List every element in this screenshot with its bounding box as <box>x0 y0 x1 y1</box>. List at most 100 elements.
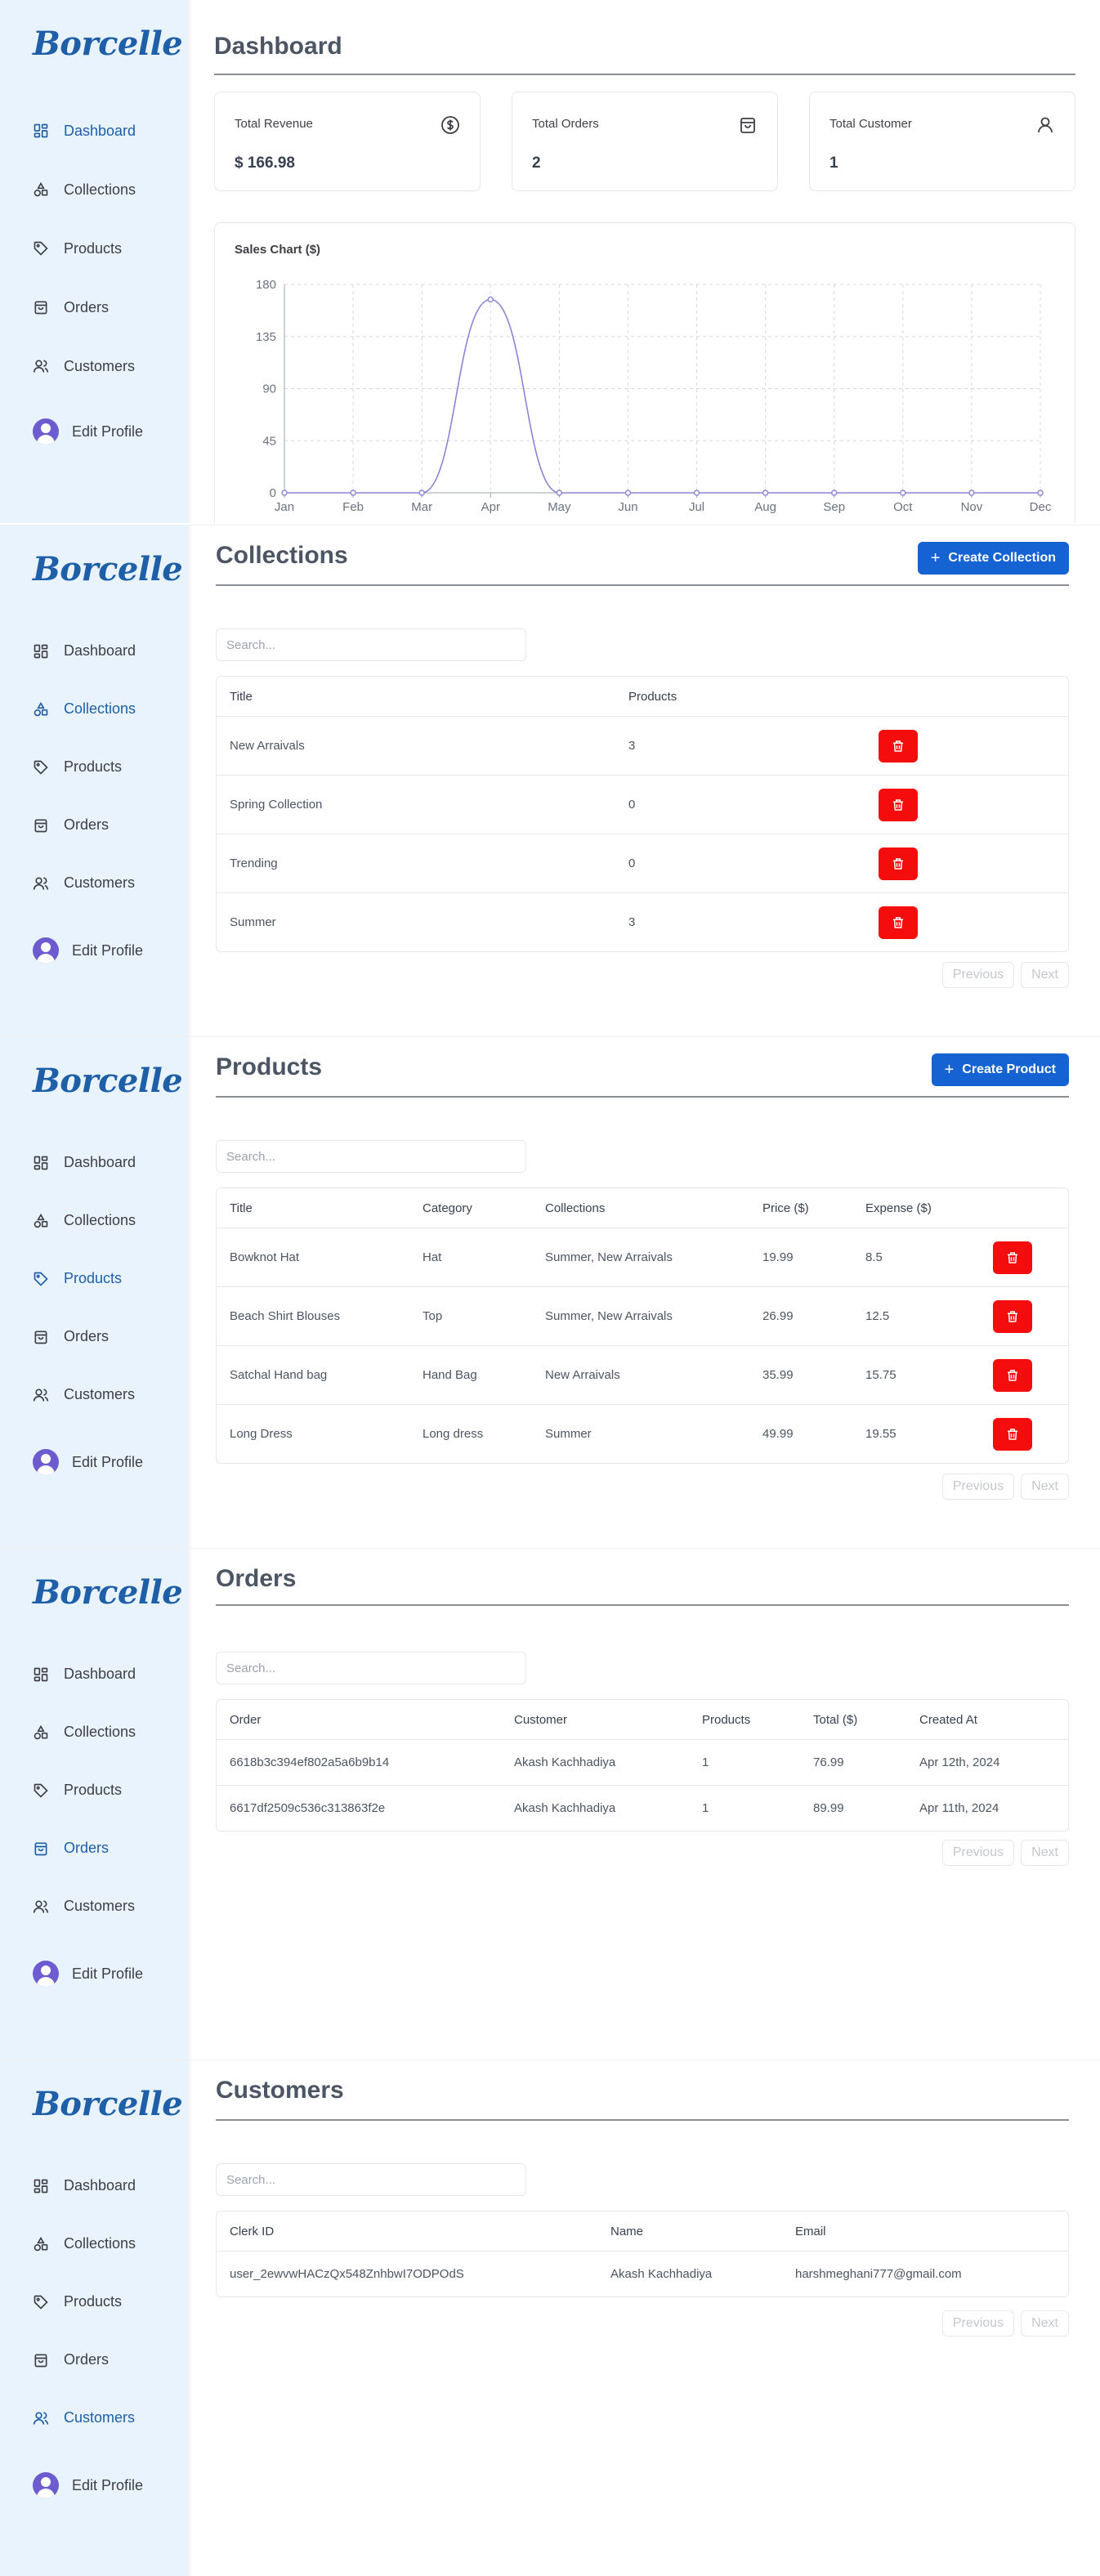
edit-profile[interactable]: Edit Profile <box>33 1449 143 1475</box>
nav-dashboard[interactable]: Dashboard <box>33 622 180 680</box>
previous-button[interactable]: Previous <box>941 1840 1015 1866</box>
nav-collections[interactable]: Collections <box>33 680 180 738</box>
column-header[interactable]: Products <box>628 677 677 716</box>
delete-button[interactable] <box>879 729 918 763</box>
nav-collections[interactable]: Collections <box>33 1703 180 1761</box>
column-header[interactable]: Total ($) <box>813 1700 857 1739</box>
product-title[interactable]: Bowknot Hat <box>230 1228 299 1286</box>
create-collection-button[interactable]: + Create Collection <box>917 542 1069 575</box>
nav-dashboard[interactable]: Dashboard <box>33 2157 180 2215</box>
table-row[interactable]: Satchal Hand bag Hand Bag New Arraivals … <box>217 1345 1068 1404</box>
collections-table: Title Products New Arraivals 3 Spring Co… <box>216 676 1069 952</box>
edit-profile[interactable]: Edit Profile <box>33 418 143 445</box>
table-row[interactable]: Long Dress Long dress Summer 49.99 19.55 <box>217 1404 1068 1463</box>
search-input[interactable] <box>216 2163 526 2196</box>
edit-profile[interactable]: Edit Profile <box>33 937 143 964</box>
next-button[interactable]: Next <box>1021 962 1069 988</box>
collection-products: 0 <box>628 798 636 812</box>
next-button[interactable]: Next <box>1021 1474 1069 1500</box>
previous-button[interactable]: Previous <box>941 1474 1015 1500</box>
collection-title[interactable]: New Arraivals <box>230 717 305 775</box>
nav-orders[interactable]: Orders <box>33 796 180 854</box>
nav-products[interactable]: Products <box>33 219 180 278</box>
delete-button[interactable] <box>993 1358 1032 1392</box>
search-input[interactable] <box>216 628 526 661</box>
delete-button[interactable] <box>993 1241 1032 1274</box>
column-header[interactable]: Title <box>230 1188 253 1228</box>
product-title[interactable]: Long Dress <box>230 1405 293 1463</box>
x-tick-label: Oct <box>893 500 913 514</box>
search-input[interactable] <box>216 1140 526 1173</box>
table-row[interactable]: Beach Shirt Blouses Top Summer, New Arra… <box>217 1286 1068 1345</box>
column-header[interactable]: Category <box>423 1188 472 1228</box>
nav-collections[interactable]: Collections <box>33 2215 180 2273</box>
column-header[interactable]: Price ($) <box>762 1188 809 1228</box>
table-row[interactable]: Summer 3 <box>217 892 1068 951</box>
delete-button[interactable] <box>879 906 918 939</box>
nav-orders[interactable]: Orders <box>33 1819 180 1877</box>
create-product-button[interactable]: + Create Product <box>931 1053 1069 1086</box>
order-id[interactable]: 6618b3c394ef802a5a6b9b14 <box>230 1740 389 1785</box>
users-icon <box>33 875 49 892</box>
column-header[interactable]: Customer <box>514 1700 567 1739</box>
order-products: 1 <box>702 1801 709 1815</box>
nav-orders[interactable]: Orders <box>33 1308 180 1366</box>
nav-products[interactable]: Products <box>33 2273 180 2331</box>
column-header[interactable]: Order <box>230 1700 261 1739</box>
trash-icon <box>893 798 903 811</box>
table-row[interactable]: New Arraivals 3 <box>217 716 1068 775</box>
table-row[interactable]: Bowknot Hat Hat Summer, New Arraivals 19… <box>217 1228 1068 1286</box>
nav-products[interactable]: Products <box>33 1250 180 1308</box>
table-row[interactable]: Trending 0 <box>217 834 1068 892</box>
nav-products[interactable]: Products <box>33 1761 180 1819</box>
delete-button[interactable] <box>879 847 918 880</box>
table-row[interactable]: 6618b3c394ef802a5a6b9b14 Akash Kachhadiy… <box>217 1739 1068 1785</box>
edit-profile[interactable]: Edit Profile <box>33 2472 143 2498</box>
total-revenue-card: Total Revenue $ 166.98 <box>214 92 481 191</box>
nav-orders[interactable]: Orders <box>33 2331 180 2389</box>
nav-customers[interactable]: Customers <box>33 1877 180 1935</box>
delete-button[interactable] <box>993 1299 1032 1333</box>
nav-products[interactable]: Products <box>33 738 180 796</box>
total-customer-card: Total Customer 1 <box>809 92 1075 191</box>
nav-customers[interactable]: Customers <box>33 2389 180 2447</box>
collection-title[interactable]: Trending <box>230 834 278 892</box>
delete-button[interactable] <box>993 1417 1032 1451</box>
column-header[interactable]: Created At <box>919 1700 977 1739</box>
table-row[interactable]: Spring Collection 0 <box>217 775 1068 834</box>
collection-title[interactable]: Spring Collection <box>230 776 322 834</box>
next-button[interactable]: Next <box>1021 2310 1069 2337</box>
previous-button[interactable]: Previous <box>941 2310 1015 2337</box>
column-header[interactable]: Name <box>610 2212 643 2251</box>
nav-orders[interactable]: Orders <box>33 278 180 337</box>
next-button[interactable]: Next <box>1021 1840 1069 1866</box>
nav-dashboard[interactable]: Dashboard <box>33 101 180 160</box>
search-input[interactable] <box>216 1652 526 1684</box>
column-header[interactable]: Email <box>795 2212 826 2251</box>
nav-customers[interactable]: Customers <box>33 854 180 912</box>
column-header[interactable]: Expense ($) <box>865 1188 932 1228</box>
collection-products: 0 <box>628 856 636 870</box>
column-header[interactable]: Clerk ID <box>230 2212 274 2251</box>
product-title[interactable]: Beach Shirt Blouses <box>230 1287 340 1345</box>
nav-dashboard[interactable]: Dashboard <box>33 1645 180 1703</box>
delete-button[interactable] <box>879 788 918 821</box>
order-id[interactable]: 6617df2509c536c313863f2e <box>230 1786 385 1831</box>
nav-collections[interactable]: Collections <box>33 1192 180 1250</box>
table-row[interactable]: user_2ewvwHACzQx548ZnhbwI7ODPOdS Akash K… <box>217 2251 1068 2296</box>
nav-collections[interactable]: Collections <box>33 160 180 219</box>
previous-button[interactable]: Previous <box>941 962 1015 988</box>
column-header[interactable]: Products <box>702 1700 750 1739</box>
avatar <box>33 2472 59 2498</box>
product-title[interactable]: Satchal Hand bag <box>230 1346 327 1404</box>
nav-dashboard[interactable]: Dashboard <box>33 1134 180 1192</box>
shopping-bag-icon <box>33 1329 49 1345</box>
column-header[interactable]: Title <box>230 677 253 716</box>
table-row[interactable]: 6617df2509c536c313863f2e Akash Kachhadiy… <box>217 1785 1068 1831</box>
column-header[interactable]: Collections <box>545 1188 605 1228</box>
nav-customers-label: Customers <box>64 1386 136 1402</box>
nav-customers[interactable]: Customers <box>33 337 180 396</box>
edit-profile[interactable]: Edit Profile <box>33 1961 143 1987</box>
nav-customers[interactable]: Customers <box>33 1366 180 1424</box>
collection-title[interactable]: Summer <box>230 893 276 951</box>
